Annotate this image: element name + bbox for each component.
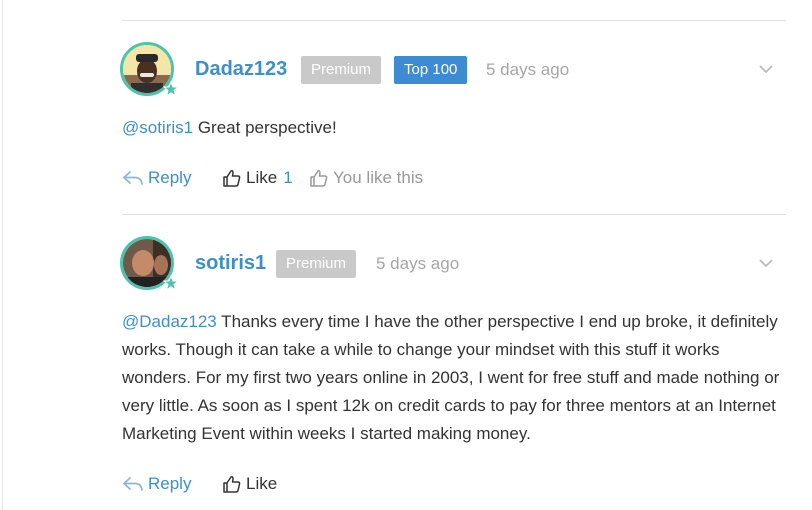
username[interactable]: Dadaz123 <box>195 57 287 81</box>
premium-badge: Premium <box>276 250 357 278</box>
you-like-this[interactable]: You like this <box>309 167 423 189</box>
thumbs-up-icon <box>310 170 328 187</box>
top-100-badge: Top 100 <box>394 56 468 84</box>
online-star-icon <box>163 81 179 97</box>
reply-button[interactable]: Reply <box>122 473 191 495</box>
comment-thread: Dadaz123 Premium Top 100 5 days ago @sot… <box>0 0 812 510</box>
reply-label: Reply <box>148 474 192 493</box>
like-label: Like <box>246 168 278 187</box>
reply-label: Reply <box>148 168 192 187</box>
comment-body: @Dadaz123 Thanks every time I have the o… <box>122 308 792 448</box>
like-button[interactable]: Like <box>222 473 277 495</box>
comment-body: @sotiris1 Great perspective! <box>122 114 792 142</box>
comment-divider <box>122 20 786 21</box>
comment-divider <box>122 214 786 215</box>
online-star-icon <box>163 275 179 291</box>
comment-text: Thanks every time I have the other persp… <box>122 312 780 443</box>
mention-link[interactable]: @Dadaz123 <box>122 312 217 331</box>
reply-button[interactable]: Reply <box>122 167 191 189</box>
like-button[interactable]: Like 1 <box>222 167 293 189</box>
like-label: Like <box>246 474 278 493</box>
premium-badge: Premium <box>301 56 382 84</box>
left-border <box>2 0 3 510</box>
thumbs-up-icon <box>223 170 241 187</box>
like-count[interactable]: 1 <box>283 167 292 189</box>
reply-icon <box>123 477 143 491</box>
timestamp: 5 days ago <box>376 254 460 273</box>
chevron-down-icon[interactable] <box>758 258 774 268</box>
timestamp: 5 days ago <box>486 60 570 79</box>
username[interactable]: sotiris1 <box>195 251 266 275</box>
comment-text: Great perspective! <box>193 118 337 137</box>
mention-link[interactable]: @sotiris1 <box>122 118 193 137</box>
thumbs-up-icon <box>223 476 241 493</box>
you-like-label: You like this <box>333 168 424 187</box>
chevron-down-icon[interactable] <box>758 64 774 74</box>
reply-icon <box>123 171 143 185</box>
